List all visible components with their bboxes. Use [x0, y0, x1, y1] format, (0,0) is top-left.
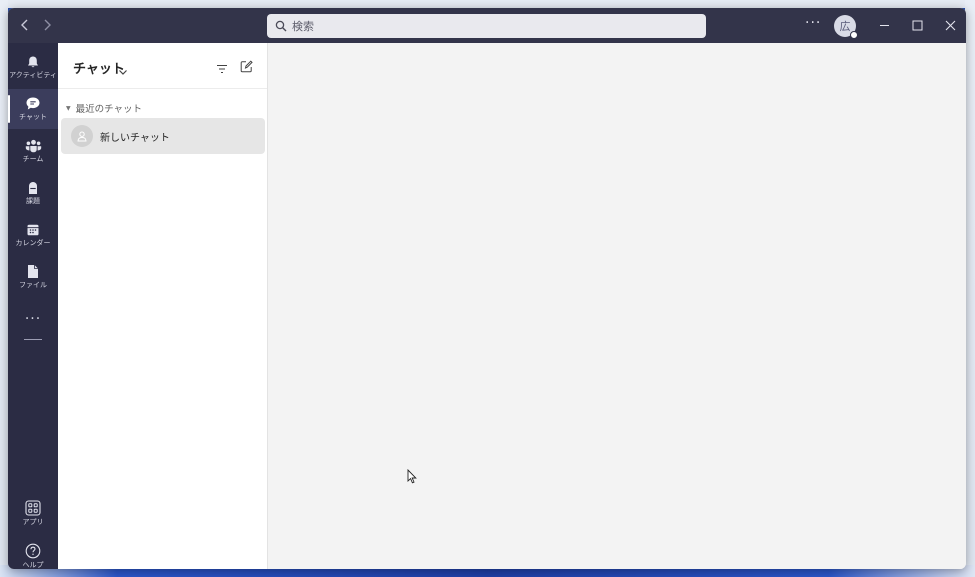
compose-icon [240, 60, 253, 73]
mouse-cursor-icon [407, 469, 417, 484]
search-icon [275, 20, 287, 32]
rail-more-apps-button[interactable]: ··· [8, 299, 58, 339]
rail-item-label: アクティビティ [9, 70, 57, 79]
avatar-initial: 広 [839, 20, 851, 33]
maximize-button[interactable] [901, 8, 934, 43]
collapse-triangle-icon: ▼ [66, 104, 71, 112]
more-icon: ··· [24, 311, 42, 327]
chat-list-panel: チャット ▼ 最近のチャット 新しいチャット [58, 43, 268, 569]
rail-item-label: カレンダー [15, 238, 51, 247]
minimize-button[interactable] [868, 8, 901, 43]
presence-status-icon [850, 31, 858, 39]
more-options-button[interactable]: ··· [805, 15, 821, 31]
filter-icon [217, 64, 227, 74]
rail-item-files[interactable]: ファイル [8, 257, 58, 297]
rail-item-label: 課題 [26, 196, 40, 205]
maximize-icon [912, 20, 923, 31]
rail-item-chat[interactable]: チャット [8, 89, 58, 129]
file-icon [28, 265, 38, 278]
chat-item-name: 新しいチャット [100, 132, 170, 144]
rail-item-label: アプリ [22, 517, 44, 526]
help-icon [25, 543, 41, 558]
minimize-icon [880, 25, 889, 26]
desktop-background-left [0, 0, 8, 577]
chat-list-item[interactable]: 新しいチャット [61, 118, 265, 154]
search-placeholder: 検索 [292, 20, 314, 33]
bell-icon [28, 56, 38, 67]
rail-item-activity[interactable]: アクティビティ [8, 47, 58, 87]
close-icon [945, 20, 956, 31]
close-button[interactable] [934, 8, 966, 43]
assignment-icon [29, 181, 37, 194]
main-content-area [268, 43, 966, 569]
person-avatar-icon [71, 125, 93, 147]
teams-window: 検索 ··· 広 アクティビティ チャット チーム 課題 カレンダー ファイル … [8, 8, 966, 569]
rail-item-label: チーム [22, 154, 44, 163]
new-chat-button[interactable] [240, 58, 253, 77]
back-button[interactable] [14, 14, 36, 36]
chat-list-header: チャット [58, 43, 267, 89]
teams-icon [25, 139, 41, 152]
rail-item-apps[interactable]: アプリ [8, 493, 58, 533]
rail-item-label: ヘルプ [22, 560, 44, 569]
rail-item-label: チャット [19, 113, 47, 121]
section-label: 最近のチャット [75, 104, 143, 115]
filter-button[interactable] [216, 59, 228, 78]
rail-divider [24, 339, 42, 340]
desktop-background-right [965, 0, 975, 577]
rail-item-help[interactable]: ヘルプ [8, 536, 58, 569]
calendar-icon [27, 224, 39, 235]
rail-item-assignments[interactable]: 課題 [8, 173, 58, 213]
search-input[interactable]: 検索 [267, 14, 706, 38]
rail-item-calendar[interactable]: カレンダー [8, 215, 58, 255]
profile-avatar[interactable]: 広 [834, 15, 858, 39]
title-bar: 検索 ··· 広 [8, 8, 966, 43]
chevron-left-icon [21, 19, 28, 31]
recent-chats-section[interactable]: ▼ 最近のチャット [66, 101, 142, 115]
apps-icon [25, 499, 41, 516]
desktop-background-top [0, 0, 975, 8]
chevron-right-icon [44, 19, 51, 31]
chevron-down-icon[interactable] [118, 61, 128, 80]
rail-item-teams[interactable]: チーム [8, 131, 58, 171]
forward-button[interactable] [36, 14, 58, 36]
rail-item-label: ファイル [19, 281, 47, 289]
chat-icon [26, 97, 40, 110]
app-rail: アクティビティ チャット チーム 課題 カレンダー ファイル ··· アプリ ヘ… [8, 43, 58, 569]
